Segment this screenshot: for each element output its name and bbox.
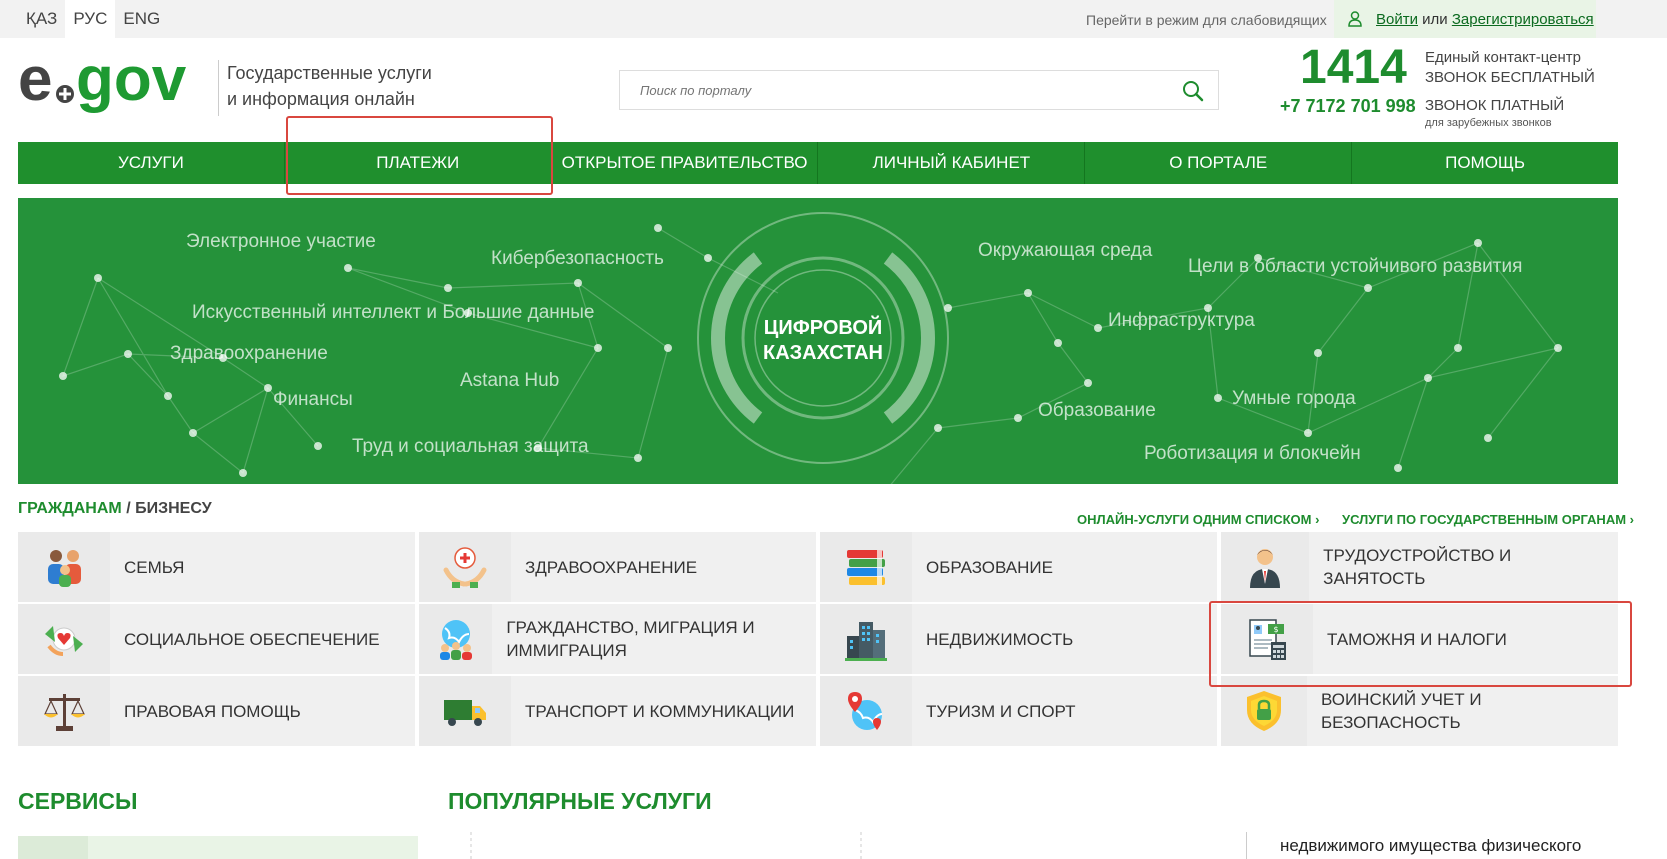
phone-note: для зарубежных звонков (1425, 117, 1552, 129)
category-employment[interactable]: Трудоустройство и занятость (1221, 532, 1618, 602)
auth-panel: Войти или Зарегистрироваться (1334, 0, 1596, 38)
nav-help[interactable]: Помощь (1352, 142, 1618, 184)
banner-tag: Электронное участие (186, 231, 376, 252)
category-transport[interactable]: Транспорт и коммуникации (419, 676, 816, 746)
tagline-line-1: Государственные услуги (227, 63, 432, 83)
banner-tag: Умные города (1232, 388, 1356, 409)
register-link[interactable]: Зарегистрироваться (1452, 11, 1594, 28)
hotline-label-1: Единый контакт-центр (1425, 49, 1582, 66)
banner-tag: Окружающая среда (978, 240, 1153, 261)
digital-kazakhstan-banner[interactable]: Электронное участие Кибербезопасность Ис… (18, 198, 1618, 484)
globe-pin-icon (848, 692, 883, 730)
nav-open-government[interactable]: Открытое правительство (552, 142, 819, 184)
category-real-estate[interactable]: Недвижимость (820, 604, 1217, 674)
banner-tag: Astana Hub (460, 370, 560, 391)
paid-phone-number: +7 7172 701 998 (1280, 96, 1416, 116)
paid-phone-label: ЗВОНОК ПЛАТНЫЙ для зарубежных звонков (1425, 96, 1564, 130)
buildings-icon (845, 622, 887, 661)
banner-tag: Роботизация и блокчейн (1144, 443, 1361, 464)
books-icon (847, 550, 885, 585)
tagline-line-2: и информация онлайн (227, 89, 415, 109)
low-vision-link[interactable]: Перейти в режим для слабовидящих (1086, 12, 1327, 28)
main-nav: Услуги Платежи Открытое правительство Ли… (18, 142, 1618, 184)
audience-separator: / (121, 500, 136, 517)
services-list (18, 836, 418, 859)
search-box (619, 70, 1219, 110)
scales-icon (44, 694, 85, 731)
nav-about[interactable]: О портале (1085, 142, 1353, 184)
nav-services[interactable]: Услуги (18, 142, 285, 184)
hotline-label-2: ЗВОНОК БЕСПЛАТНЫЙ (1425, 69, 1595, 86)
social-care-icon (45, 626, 83, 656)
search-icon[interactable] (1182, 80, 1204, 102)
banner-tag: Цели в области устойчивого развития (1188, 256, 1523, 277)
category-label: Социальное обеспечение (124, 629, 380, 649)
egov-logo[interactable]: e gov (18, 45, 208, 123)
phone-label-text: ЗВОНОК ПЛАТНЫЙ (1425, 97, 1565, 114)
popular-divider (1246, 832, 1247, 859)
services-by-agency-link[interactable]: УСЛУГИ ПО ГОСУДАРСТВЕННЫМ ОРГАНАМ › (1342, 512, 1634, 527)
banner-title-line-1: ЦИФРОВОЙ (763, 317, 883, 339)
banner-title: ЦИФРОВОЙ КАЗАХСТАН (748, 316, 898, 366)
banner-tag: Образование (1038, 400, 1156, 421)
banner-tag: Инфраструктура (1108, 310, 1255, 331)
category-label: Здравоохранение (525, 557, 698, 577)
tab-business[interactable]: БИЗНЕСУ (135, 500, 212, 517)
popular-services-heading: ПОПУЛЯРНЫЕ УСЛУГИ (448, 788, 712, 814)
banner-tag: Кибербезопасность (491, 248, 664, 269)
hotline-number: 1414 (1300, 41, 1407, 94)
lang-kaz[interactable]: ҚАЗ (18, 0, 65, 38)
worker-icon (1250, 549, 1281, 588)
banner-title-line-2: КАЗАХСТАН (763, 342, 883, 364)
category-family[interactable]: Семья (18, 532, 415, 602)
site-tagline: Государственные услуги и информация онла… (218, 60, 432, 116)
lang-rus[interactable]: РУС (65, 0, 116, 38)
banner-tag: Финансы (273, 389, 353, 410)
login-link[interactable]: Войти (1376, 11, 1418, 28)
online-services-list-link[interactable]: ОНЛАЙН-УСЛУГИ ОДНИМ СПИСКОМ › (1077, 512, 1319, 527)
svg-text:gov: gov (76, 52, 187, 114)
tab-citizens[interactable]: ГРАЖДАНАМ (18, 500, 122, 517)
svg-text:e: e (18, 52, 52, 114)
category-tourism-sport[interactable]: Туризм и спорт (820, 676, 1217, 746)
category-label: Правовая помощь (124, 701, 301, 721)
category-social-care[interactable]: Социальное обеспечение (18, 604, 415, 674)
auth-or-text: или (1417, 10, 1452, 28)
globe-people-icon (439, 620, 472, 660)
banner-tag: Искусственный интеллект и Большие данные (192, 302, 595, 323)
truck-icon (444, 700, 486, 726)
language-switcher: ҚАЗ РУС ENG (18, 0, 168, 38)
hotline-label: Единый контакт-центр ЗВОНОК БЕСПЛАТНЫЙ (1425, 48, 1595, 88)
category-label: Транспорт и коммуникации (525, 701, 795, 721)
search-input[interactable] (620, 71, 1160, 109)
egov-logo-icon: e gov (18, 45, 187, 114)
top-bar: ҚАЗ РУС ENG Перейти в режим для слабовид… (0, 0, 1667, 38)
popular-service-item[interactable]: недвижимого имущества физического (1280, 836, 1581, 856)
service-item-icon-cell[interactable] (18, 836, 88, 859)
services-heading: СЕРВИСЫ (18, 788, 138, 814)
user-icon (1348, 11, 1362, 27)
family-icon (48, 550, 81, 587)
healthcare-icon (443, 547, 487, 588)
category-label: Туризм и спорт (926, 701, 1076, 721)
category-citizenship-migration[interactable]: Гражданство, миграция и иммиграция (419, 604, 816, 674)
category-legal-aid[interactable]: Правовая помощь (18, 676, 415, 746)
nav-personal-account[interactable]: Личный кабинет (818, 142, 1086, 184)
category-label: Гражданство, миграция и иммиграция (506, 618, 755, 660)
shield-lock-icon (1246, 691, 1281, 731)
category-label: Недвижимость (926, 629, 1074, 649)
popular-services-dividers (470, 832, 862, 859)
audience-switcher: ГРАЖДАНАМ / БИЗНЕСУ (18, 500, 212, 518)
category-label: Семья (124, 557, 185, 577)
highlight-box-customs-taxes (1209, 601, 1632, 687)
category-label: Воинский учет и безопасность (1320, 690, 1482, 732)
highlight-box-payments (286, 116, 553, 195)
banner-tag: Здравоохранение (170, 343, 328, 364)
banner-tag: Труд и социальная защита (352, 436, 589, 457)
category-label: Образование (926, 557, 1053, 577)
category-education[interactable]: Образование (820, 532, 1217, 602)
lang-eng[interactable]: ENG (115, 0, 168, 38)
category-label: Трудоустройство и занятость (1323, 546, 1512, 588)
category-healthcare[interactable]: Здравоохранение (419, 532, 816, 602)
